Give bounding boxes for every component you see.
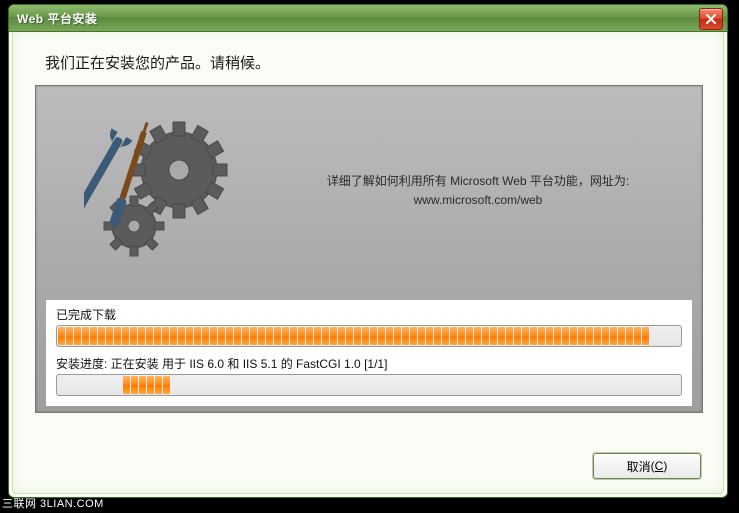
page-heading: 我们正在安装您的产品。请稍候。 <box>13 32 723 85</box>
cancel-button-label: 取消 <box>627 458 651 475</box>
close-button[interactable] <box>699 8 723 30</box>
installer-window: Web 平台安装 我们正在安装您的产品。请稍候。 <box>8 4 728 498</box>
client-area: 我们正在安装您的产品。请稍候。 <box>12 32 724 494</box>
cancel-button-accel: C <box>655 459 664 473</box>
download-progressbar <box>56 325 682 347</box>
install-label: 安装进度: 正在安装 用于 IIS 6.0 和 IIS 5.1 的 FastCG… <box>56 355 682 372</box>
gears-illustration <box>84 108 244 268</box>
info-text: 详细了解如何利用所有 Microsoft Web 平台功能，网址为: www.m… <box>284 172 672 210</box>
info-line2: www.microsoft.com/web <box>284 191 672 210</box>
button-row: 取消(C) <box>593 453 701 479</box>
content-panel: 详细了解如何利用所有 Microsoft Web 平台功能，网址为: www.m… <box>35 85 703 413</box>
progress-area: 已完成下载 安装进度: 正在安装 用于 IIS 6.0 和 IIS 5.1 的 … <box>46 300 692 406</box>
window-title: Web 平台安装 <box>17 10 97 27</box>
install-progressbar <box>56 374 682 396</box>
source-watermark: 三联网 3LIAN.COM <box>2 495 104 511</box>
cancel-button[interactable]: 取消(C) <box>593 453 701 479</box>
titlebar: Web 平台安装 <box>9 5 727 32</box>
close-icon <box>706 14 716 24</box>
download-label: 已完成下载 <box>56 306 682 323</box>
info-line1: 详细了解如何利用所有 Microsoft Web 平台功能，网址为: <box>284 172 672 191</box>
